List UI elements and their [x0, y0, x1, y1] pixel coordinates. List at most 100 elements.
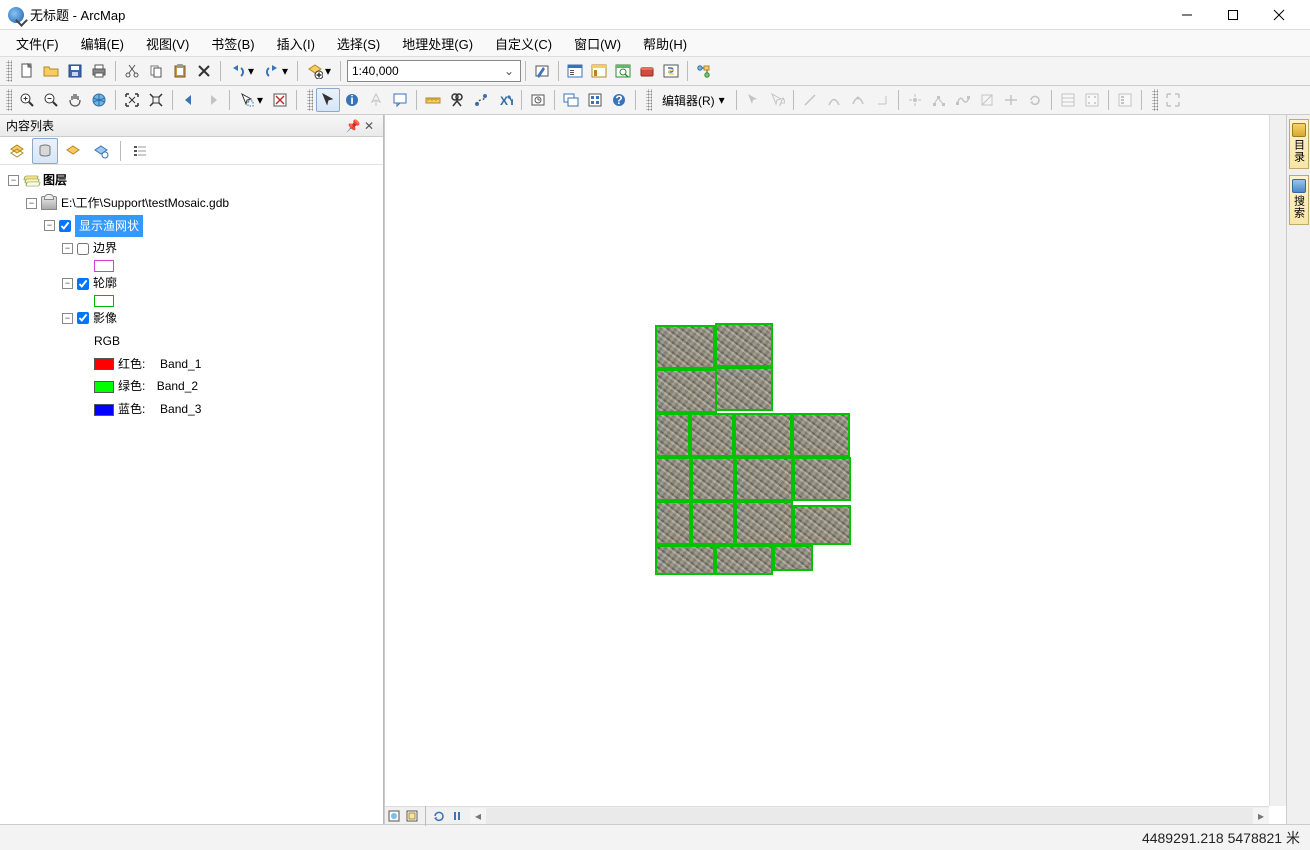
arctoolbox-button[interactable] [635, 59, 659, 83]
menu-edit[interactable]: 编辑(E) [73, 31, 132, 56]
paste-button[interactable] [168, 59, 192, 83]
undo-button[interactable]: ▾ [225, 59, 259, 83]
python-window-button[interactable] [659, 59, 683, 83]
redo-button[interactable]: ▾ [259, 59, 293, 83]
search-window-button[interactable] [611, 59, 635, 83]
footprint-swatch-row[interactable] [62, 295, 383, 307]
menu-selection[interactable]: 选择(S) [329, 31, 388, 56]
close-button[interactable] [1256, 0, 1302, 30]
band-blue-row[interactable]: 蓝色: Band_3 [94, 398, 383, 421]
layer-visibility-checkbox[interactable] [77, 243, 89, 255]
copy-button[interactable] [144, 59, 168, 83]
catalog-window-button[interactable] [587, 59, 611, 83]
menu-help[interactable]: 帮助(H) [635, 31, 695, 56]
what-is-button[interactable]: ? [607, 88, 631, 112]
open-button[interactable] [39, 59, 63, 83]
menu-view[interactable]: 视图(V) [138, 31, 197, 56]
forward-extent-button[interactable] [201, 88, 225, 112]
identify-button[interactable]: i [340, 88, 364, 112]
edit-vertices-button[interactable] [927, 88, 951, 112]
find-route-button[interactable] [469, 88, 493, 112]
collapse-icon[interactable]: − [44, 220, 55, 231]
pan-button[interactable] [63, 88, 87, 112]
pin-icon[interactable]: 📌 [345, 118, 361, 134]
toolbar-grip[interactable] [646, 89, 652, 111]
full-extent-button[interactable] [87, 88, 111, 112]
attributes-button[interactable] [1056, 88, 1080, 112]
refresh-button[interactable] [430, 808, 448, 824]
delete-button[interactable] [192, 59, 216, 83]
trace-button[interactable] [846, 88, 870, 112]
collapse-icon[interactable]: − [62, 313, 73, 324]
scale-combobox[interactable]: 1:40,000⌄ [347, 60, 521, 82]
clear-selection-button[interactable] [268, 88, 292, 112]
menu-insert[interactable]: 插入(I) [269, 31, 323, 56]
horizontal-scrollbar[interactable] [470, 808, 1269, 824]
fixed-zoom-in-button[interactable] [120, 88, 144, 112]
list-by-selection-button[interactable] [88, 138, 114, 164]
select-elements-button[interactable] [316, 88, 340, 112]
layer-visibility-checkbox[interactable] [77, 278, 89, 290]
go-to-xy-button[interactable]: XY [493, 88, 517, 112]
cut-button[interactable] [120, 59, 144, 83]
arc-segment-button[interactable] [822, 88, 846, 112]
save-button[interactable] [63, 59, 87, 83]
boundary-row[interactable]: − 边界 [62, 237, 383, 260]
select-features-button[interactable]: ▾ [234, 88, 268, 112]
toolbar-grip[interactable] [307, 89, 313, 111]
straight-segment-button[interactable] [798, 88, 822, 112]
viewer-manager-button[interactable] [583, 88, 607, 112]
gdb-row[interactable]: − E:\工作\Support\testMosaic.gdb [26, 192, 383, 215]
toc-options-button[interactable] [127, 138, 153, 164]
catalog-tab[interactable]: 目录 [1289, 119, 1309, 169]
find-button[interactable] [445, 88, 469, 112]
add-data-button[interactable]: ▾ [302, 59, 336, 83]
image-row[interactable]: − 影像 [62, 307, 383, 330]
map-view[interactable] [384, 115, 1286, 824]
print-button[interactable] [87, 59, 111, 83]
boundary-swatch-row[interactable] [62, 260, 383, 272]
footprint-row[interactable]: − 轮廓 [62, 272, 383, 295]
list-by-visibility-button[interactable] [60, 138, 86, 164]
layer-visibility-checkbox[interactable] [59, 220, 71, 232]
toolbar-grip[interactable] [6, 89, 12, 111]
menu-file[interactable]: 文件(F) [8, 31, 67, 56]
menu-bookmarks[interactable]: 书签(B) [203, 31, 262, 56]
tree-root-row[interactable]: − 图层 [8, 169, 383, 192]
collapse-icon[interactable]: − [26, 198, 37, 209]
reshape-button[interactable] [951, 88, 975, 112]
close-icon[interactable]: ✕ [361, 118, 377, 134]
cut-polygons-button[interactable] [975, 88, 999, 112]
sketch-properties-button[interactable] [1080, 88, 1104, 112]
boundary-swatch[interactable] [94, 260, 114, 272]
time-slider-button[interactable] [526, 88, 550, 112]
band-green-row[interactable]: 绿色: Band_2 [94, 375, 383, 398]
pause-drawing-button[interactable] [448, 808, 466, 824]
editor-toolbar-button[interactable] [530, 59, 554, 83]
layer-visibility-checkbox[interactable] [77, 312, 89, 324]
list-by-drawing-order-button[interactable] [4, 138, 30, 164]
vertical-scrollbar[interactable] [1269, 115, 1286, 806]
mosaic-row[interactable]: − 显示渔网状 [44, 215, 383, 238]
menu-window[interactable]: 窗口(W) [566, 31, 629, 56]
minimize-button[interactable] [1164, 0, 1210, 30]
toolbar-grip[interactable] [6, 60, 12, 82]
extent-indicator-button[interactable] [1161, 88, 1185, 112]
menu-customize[interactable]: 自定义(C) [487, 31, 560, 56]
list-by-source-button[interactable] [32, 138, 58, 164]
menu-geoprocessing[interactable]: 地理处理(G) [394, 31, 481, 56]
editor-menu[interactable]: 编辑器(R)▾ [655, 88, 732, 112]
toolbar-grip[interactable] [1152, 89, 1158, 111]
split-tool-button[interactable] [999, 88, 1023, 112]
collapse-icon[interactable]: − [62, 278, 73, 289]
fixed-zoom-out-button[interactable] [144, 88, 168, 112]
back-extent-button[interactable] [177, 88, 201, 112]
collapse-icon[interactable]: − [8, 175, 19, 186]
collapse-icon[interactable]: − [62, 243, 73, 254]
zoom-out-button[interactable] [39, 88, 63, 112]
band-red-row[interactable]: 红色: Band_1 [94, 353, 383, 376]
maximize-button[interactable] [1210, 0, 1256, 30]
point-button[interactable] [903, 88, 927, 112]
edit-tool-button[interactable] [741, 88, 765, 112]
search-tab[interactable]: 搜索 [1289, 175, 1309, 225]
